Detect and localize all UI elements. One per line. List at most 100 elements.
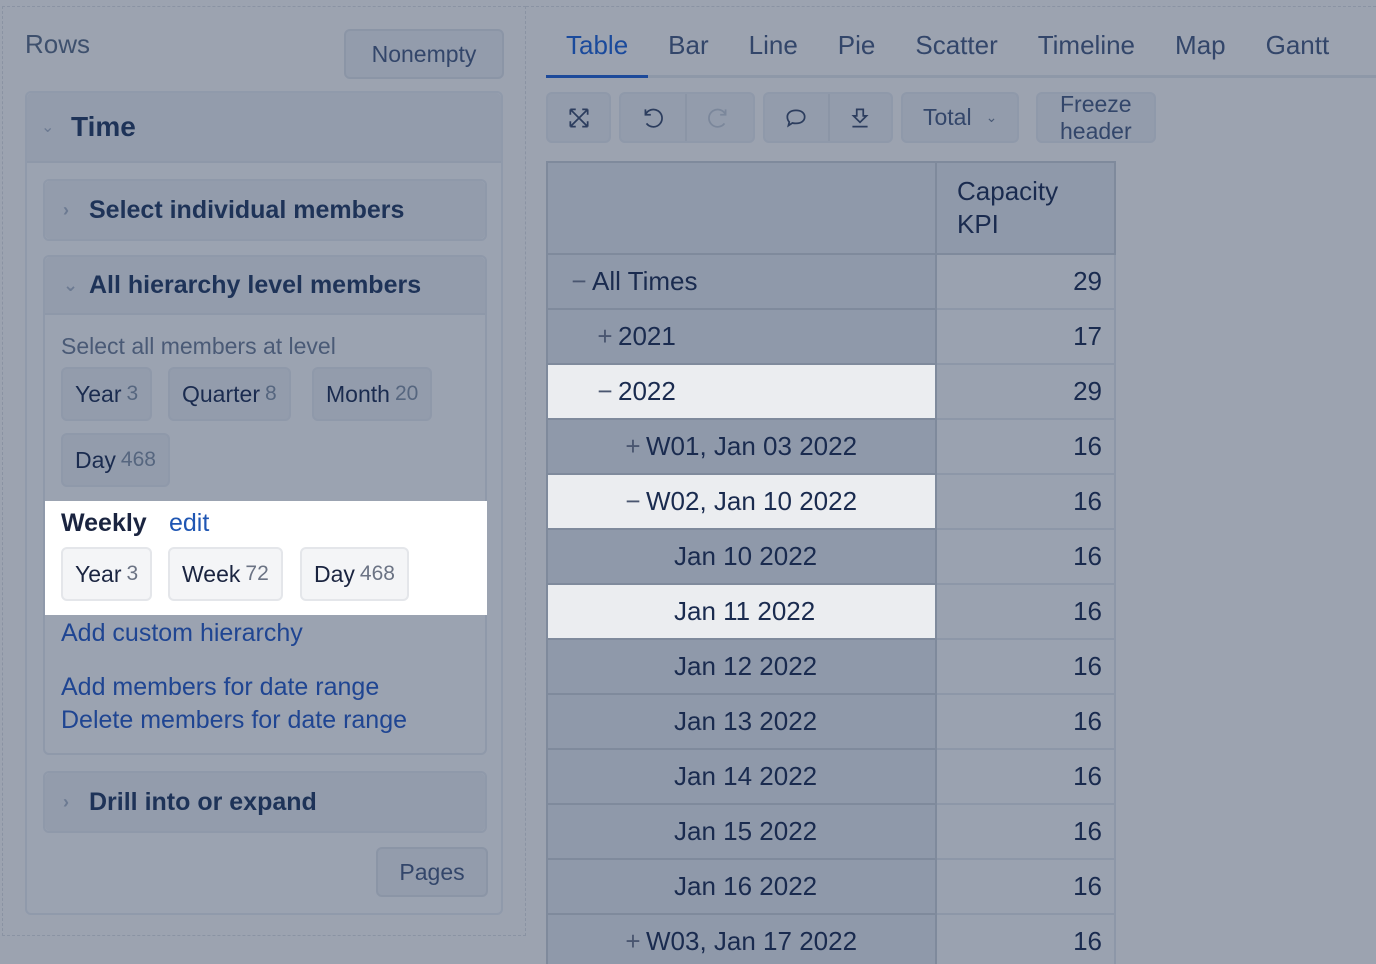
expand-icon[interactable]: + xyxy=(592,321,618,352)
expand-icon[interactable]: + xyxy=(620,926,646,957)
fullscreen-button[interactable] xyxy=(548,94,609,141)
undo-redo-group xyxy=(619,92,755,143)
row-label: Jan 14 2022 xyxy=(674,761,818,791)
row-header-cell[interactable]: Jan 14 2022 xyxy=(546,748,937,805)
undo-icon xyxy=(644,108,663,128)
tab-table[interactable]: Table xyxy=(546,20,649,78)
row-header-cell[interactable]: Jan 15 2022 xyxy=(546,803,937,860)
delete-members-date-range-link[interactable]: Delete members for date range xyxy=(61,706,407,735)
tab-gantt[interactable]: Gantt xyxy=(1246,20,1350,75)
comment-icon xyxy=(786,109,807,127)
table-row: Jan 14 2022 16 xyxy=(546,748,1116,805)
level-chip-month[interactable]: Month 20 xyxy=(312,367,433,421)
row-header-cell[interactable]: −2022 xyxy=(546,363,937,420)
value-cell: 16 xyxy=(935,858,1116,915)
table-row: −2022 29 xyxy=(546,363,1116,420)
row-header-cell[interactable]: + W01, Jan 03 2022 xyxy=(546,418,937,475)
level-name: Quarter xyxy=(182,380,260,407)
measure-header-capacity-kpi[interactable]: Capacity KPI xyxy=(935,161,1116,255)
freeze-header-label: Freeze header xyxy=(1060,90,1132,144)
row-header-cell[interactable]: − All Times xyxy=(546,253,937,310)
row-header-cell[interactable]: Jan 13 2022 xyxy=(546,693,937,750)
value-cell: 16 xyxy=(935,748,1116,805)
level-chip-day[interactable]: Day 468 xyxy=(61,433,170,487)
select-individual-members-label: Select individual members xyxy=(89,195,405,224)
time-dimension-card: ⌄ Time › Select individual members ⌄ All… xyxy=(25,91,503,915)
tab-line[interactable]: Line xyxy=(729,20,818,75)
all-hierarchy-level-members-header[interactable]: ⌄ All hierarchy level members xyxy=(45,257,485,315)
freeze-header-button[interactable]: Freeze header xyxy=(1036,90,1156,144)
row-header-cell[interactable]: Jan 11 2022 xyxy=(546,583,937,640)
tab-pie[interactable]: Pie xyxy=(818,20,896,75)
all-hierarchy-level-members-section: ⌄ All hierarchy level members Select all… xyxy=(43,255,487,755)
tab-timeline[interactable]: Timeline xyxy=(1018,20,1155,75)
row-header-cell[interactable]: − W02, Jan 10 2022 xyxy=(546,473,937,530)
comment-button[interactable] xyxy=(765,94,828,141)
table-row: Jan 13 2022 16 xyxy=(546,693,1116,750)
select-individual-members-header[interactable]: › Select individual members xyxy=(45,181,485,239)
edit-hierarchy-link[interactable]: edit xyxy=(169,509,209,538)
pivot-table: Capacity KPI − All Times 29 +2021 17−2022 29 +… xyxy=(546,161,1116,964)
comment-download-group xyxy=(763,92,893,143)
row-label: W03, Jan 17 2022 xyxy=(646,926,858,956)
add-members-date-range-link[interactable]: Add members for date range xyxy=(61,673,379,702)
custom-hierarchy-weekly: Weekly edit Year 3 Week 72 Day 468 xyxy=(45,501,487,615)
fullscreen-group xyxy=(546,92,611,143)
undo-button[interactable] xyxy=(621,94,685,141)
collapse-icon[interactable]: − xyxy=(592,376,618,407)
level-chip-year[interactable]: Year 3 xyxy=(61,367,153,421)
value-cell: 16 xyxy=(935,473,1116,530)
add-custom-hierarchy-link[interactable]: Add custom hierarchy xyxy=(61,619,303,648)
collapse-icon[interactable]: − xyxy=(566,266,592,297)
row-header-cell[interactable]: Jan 16 2022 xyxy=(546,858,937,915)
time-dimension-header[interactable]: ⌄ Time xyxy=(27,93,501,163)
row-label: All Times xyxy=(592,266,698,296)
weekly-level-chip-day[interactable]: Day 468 xyxy=(300,547,409,601)
all-hierarchy-level-members-label: All hierarchy level members xyxy=(89,270,422,299)
expand-icon[interactable]: + xyxy=(620,431,646,462)
row-label: Jan 16 2022 xyxy=(674,871,818,901)
table-row: Jan 15 2022 16 xyxy=(546,803,1116,860)
value-cell: 29 xyxy=(935,363,1116,420)
row-header-cell[interactable]: + W03, Jan 17 2022 xyxy=(546,913,937,964)
level-count: 468 xyxy=(120,448,156,471)
pages-button[interactable]: Pages xyxy=(376,847,488,897)
nonempty-button[interactable]: Nonempty xyxy=(344,29,504,79)
table-row: Jan 10 2022 16 xyxy=(546,528,1116,585)
view-tabs: Table Bar Line Pie Scatter Timeline Map … xyxy=(546,20,1376,78)
collapse-icon[interactable]: − xyxy=(620,486,646,517)
tab-bar[interactable]: Bar xyxy=(648,20,728,75)
row-header-cell[interactable]: Jan 12 2022 xyxy=(546,638,937,695)
custom-hierarchy-name: Weekly xyxy=(61,509,147,537)
level-name: Year xyxy=(75,380,122,407)
redo-button[interactable] xyxy=(685,94,749,141)
table-row: +2021 17 xyxy=(546,308,1116,365)
value-cell: 17 xyxy=(935,308,1116,365)
row-header-cell[interactable]: Jan 10 2022 xyxy=(546,528,937,585)
row-label: Jan 12 2022 xyxy=(674,651,818,681)
table-header-row: Capacity KPI xyxy=(546,161,1116,255)
tab-map[interactable]: Map xyxy=(1155,20,1246,75)
total-dropdown[interactable]: Total ⌄ xyxy=(901,92,1020,143)
level-name: Month xyxy=(326,380,390,407)
level-name: Day xyxy=(314,560,355,587)
level-name: Day xyxy=(75,446,116,473)
value-cell: 16 xyxy=(935,638,1116,695)
level-name: Week xyxy=(182,560,241,587)
download-button[interactable] xyxy=(827,94,891,141)
level-chip-quarter[interactable]: Quarter 8 xyxy=(168,367,291,421)
level-count: 3 xyxy=(126,382,139,405)
chevron-down-icon: ⌄ xyxy=(63,274,79,295)
table-row: Jan 12 2022 16 xyxy=(546,638,1116,695)
weekly-level-chip-year[interactable]: Year 3 xyxy=(61,547,153,601)
level-count: 3 xyxy=(126,562,139,585)
weekly-level-chip-week[interactable]: Week 72 xyxy=(168,547,283,601)
table-row: − All Times 29 xyxy=(546,253,1116,310)
corner-cell xyxy=(546,161,937,255)
tab-scatter[interactable]: Scatter xyxy=(895,20,1017,75)
chevron-right-icon: › xyxy=(63,199,69,220)
download-icon xyxy=(851,107,870,128)
drill-into-expand-header[interactable]: › Drill into or expand xyxy=(45,773,485,831)
row-header-cell[interactable]: +2021 xyxy=(546,308,937,365)
table-row: + W01, Jan 03 2022 16 xyxy=(546,418,1116,475)
